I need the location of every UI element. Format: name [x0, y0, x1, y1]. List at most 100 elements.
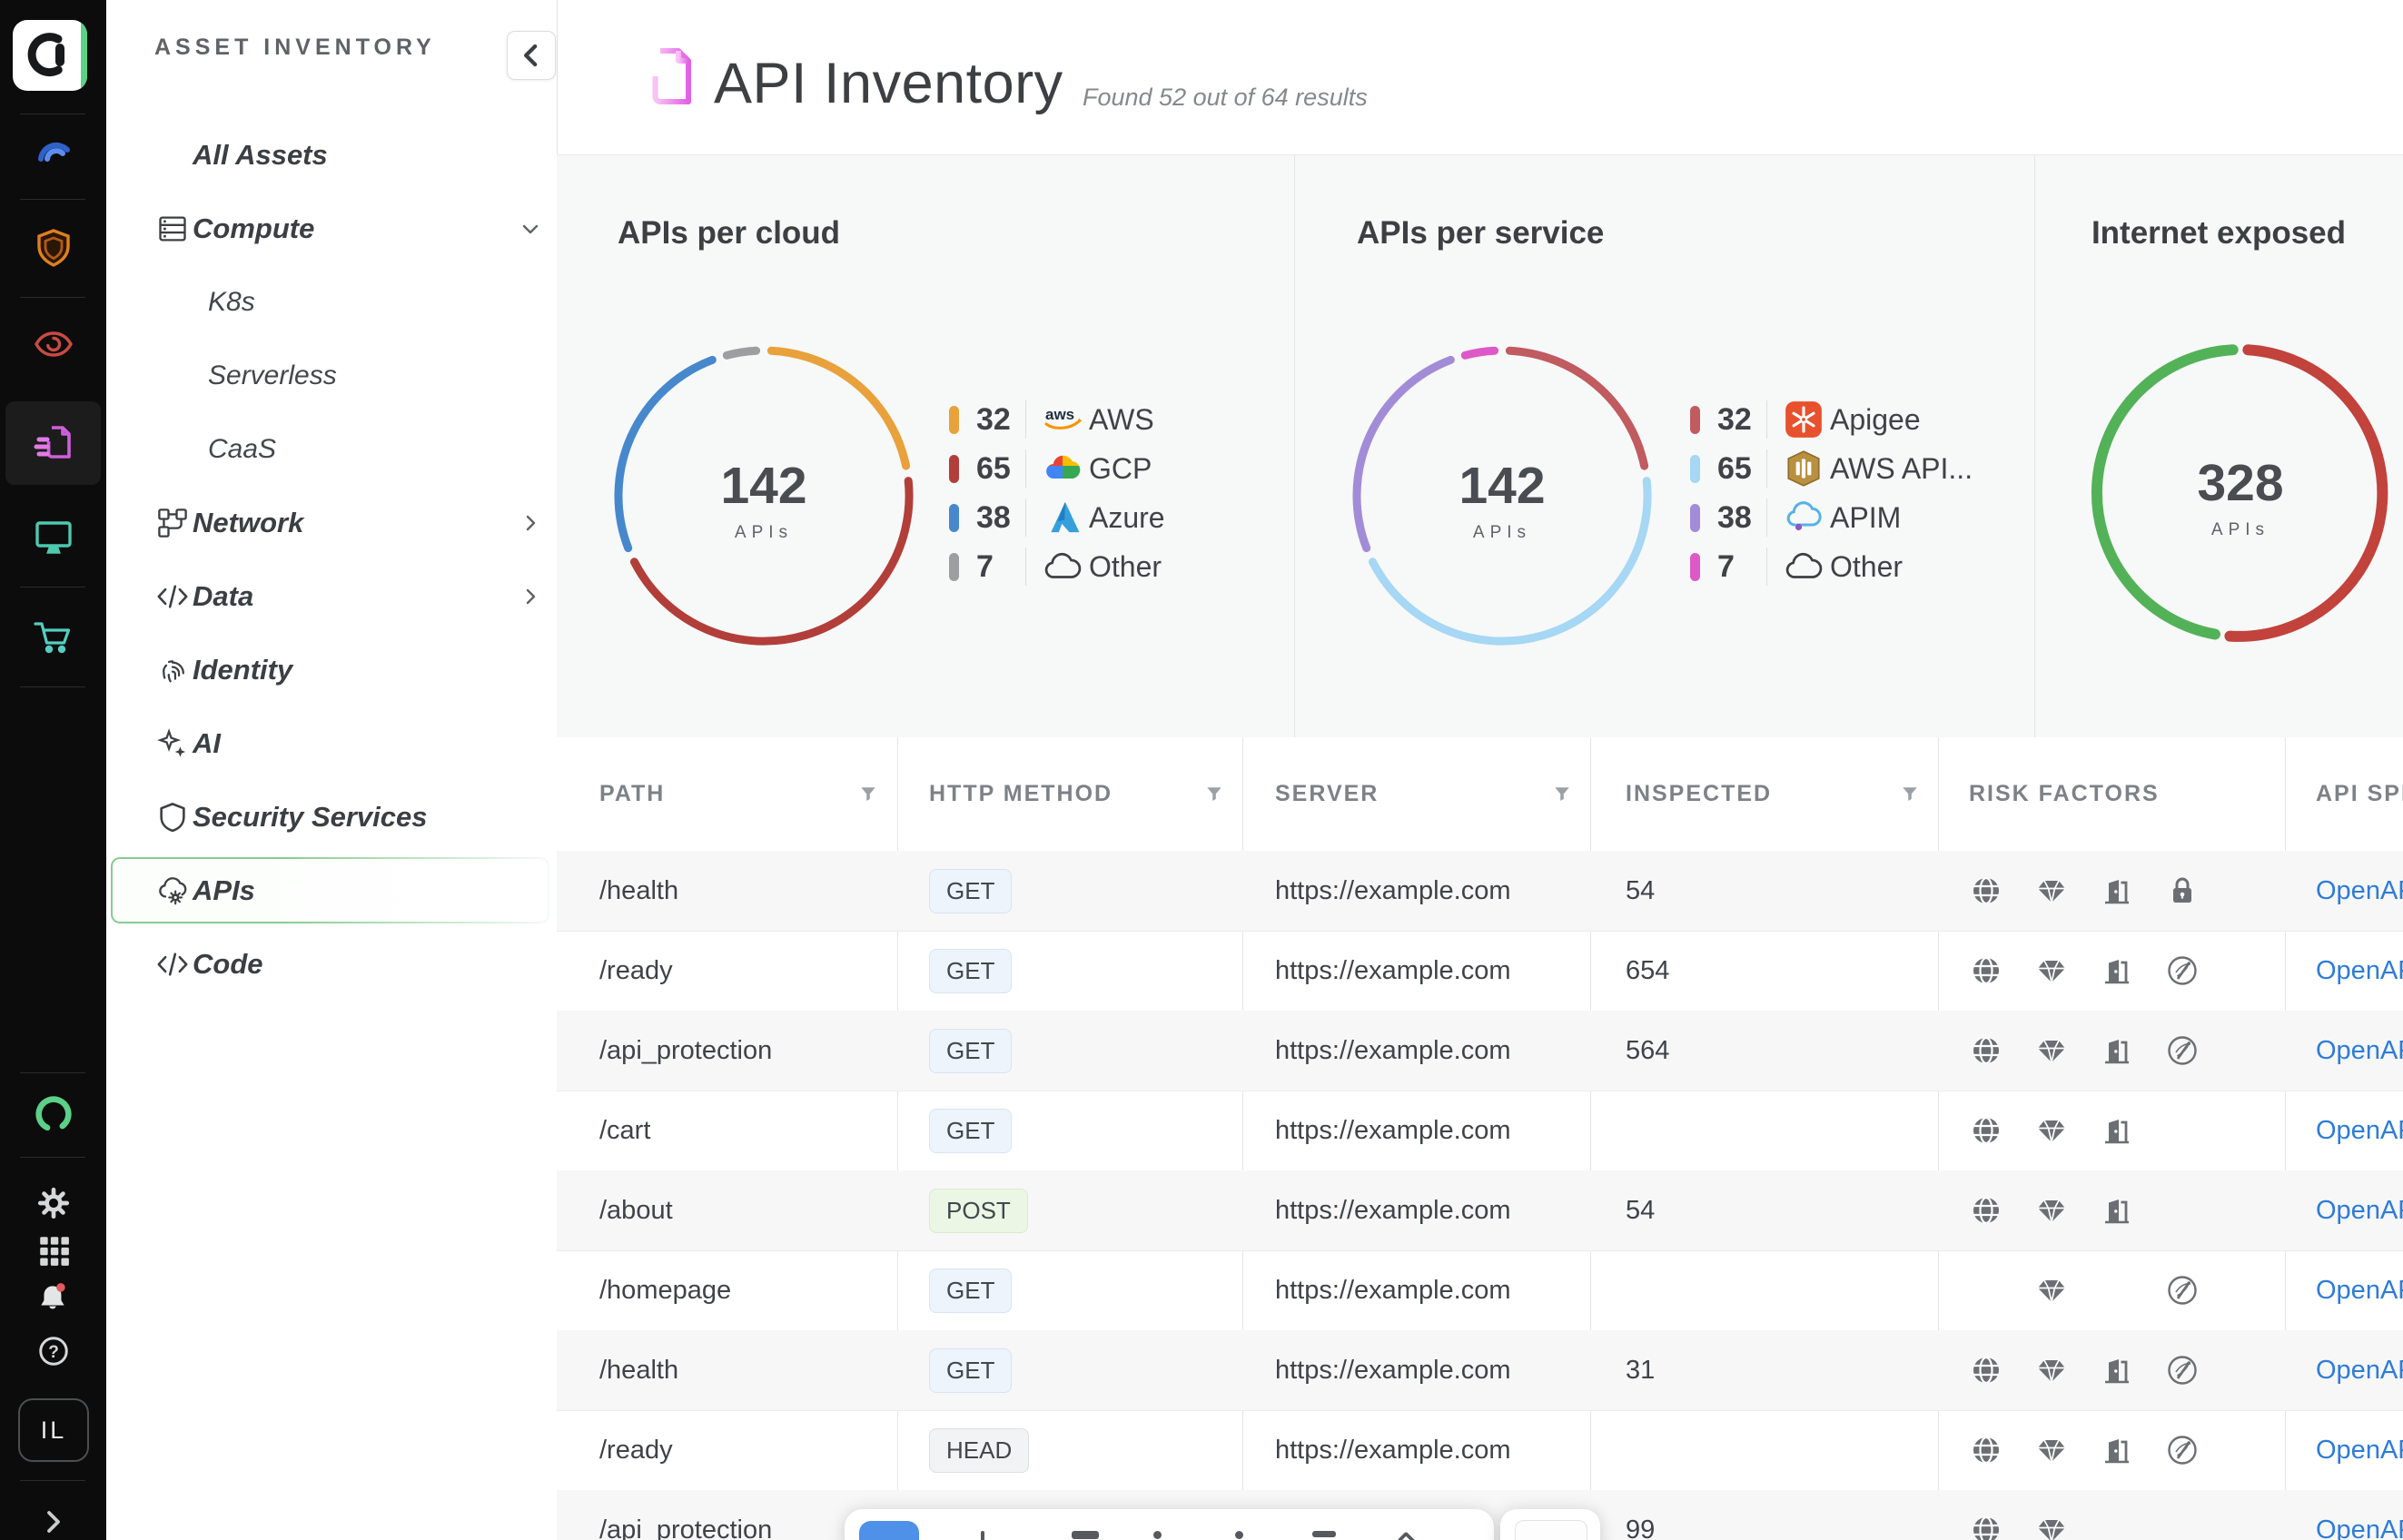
sidebar-item-ai[interactable]: AI	[106, 706, 557, 780]
gem-icon	[2035, 1514, 2068, 1540]
chevron-down-icon[interactable]	[519, 218, 541, 240]
rail-item-help--help-icon[interactable]: ?	[36, 1334, 71, 1368]
table-row[interactable]: /healthGEThttps://example.com31OpenAPI	[557, 1330, 2403, 1411]
cell-server: https://example.com	[1275, 851, 1511, 931]
sidebar-item-data[interactable]: Data	[106, 559, 557, 633]
left-rail: ? IL	[0, 0, 106, 1540]
table-row[interactable]: /readyGEThttps://example.com654OpenAPI	[557, 931, 2403, 1012]
sidebar-item-caas[interactable]: CaaS	[106, 412, 557, 486]
chevron-right-icon[interactable]	[519, 512, 541, 534]
sidebar-item-serverless[interactable]: Serverless	[106, 339, 557, 412]
shield-icon	[156, 801, 189, 834]
cell-api-spec: OpenAPI	[2316, 1490, 2403, 1540]
cell-http-method: GET	[929, 1091, 1012, 1170]
api-spec-link[interactable]: OpenAPI	[2316, 1356, 2403, 1386]
apim-logo-icon	[1783, 497, 1824, 538]
rail-item-account[interactable]: IL	[18, 1398, 89, 1462]
rail-item-status--circle-green-icon[interactable]	[32, 1092, 75, 1136]
sidebar-collapse-button[interactable]	[507, 31, 556, 80]
table-row[interactable]: /cartGEThttps://example.comOpenAPI	[557, 1091, 2403, 1171]
api-spec-link[interactable]: OpenAPI	[2316, 1276, 2403, 1306]
bottom-toolbar-icon-2[interactable]	[1072, 1531, 1099, 1539]
method-badge: GET	[929, 1269, 1012, 1313]
cell-path: /health	[599, 851, 678, 931]
sidebar-item-code[interactable]: Code	[106, 927, 557, 1001]
rail-divider	[20, 1480, 85, 1481]
bottom-toolbar-icon-3[interactable]	[1153, 1531, 1162, 1539]
rail-expand--chevron-right-icon[interactable]	[40, 1508, 67, 1535]
column-header-inspected: INSPECTED	[1626, 737, 1772, 851]
brand-logo[interactable]	[13, 20, 87, 91]
legend-item-apigee: 32Apigee	[1690, 395, 1999, 444]
table-row[interactable]: /aboutPOSThttps://example.com54OpenAPI	[557, 1170, 2403, 1251]
api-spec-link[interactable]: OpenAPI	[2316, 1116, 2403, 1146]
table-row[interactable]: /api_protectionGEThttps://example.com564…	[557, 1011, 2403, 1091]
filter-icon[interactable]	[858, 785, 878, 805]
rail-item-apps--grid-icon[interactable]	[36, 1233, 71, 1268]
donut-value: 142	[720, 456, 806, 516]
azure-logo-icon	[1042, 497, 1083, 538]
legend-item-aws-api-: 65AWS API...	[1690, 444, 1999, 493]
rail-item-api-inventory--doc-purple-icon[interactable]	[32, 421, 75, 465]
api-spec-link[interactable]: OpenAPI	[2316, 1196, 2403, 1226]
rail-item-notifications--bell-icon[interactable]	[36, 1280, 71, 1315]
api-inventory-icon	[632, 44, 696, 114]
api-table: PATHHTTP METHODSERVERINSPECTEDRISK FACTO…	[557, 737, 2403, 1540]
bottom-toolbar-secondary-button[interactable]	[1515, 1520, 1587, 1540]
fingerprint-icon	[156, 654, 189, 686]
table-row[interactable]: /homepageGEThttps://example.comOpenAPI	[557, 1250, 2403, 1331]
cloud-outline-icon	[1042, 546, 1083, 587]
sidebar-item-label: Serverless	[208, 360, 337, 391]
sidebar-item-k8s[interactable]: K8s	[106, 265, 557, 339]
donut-unit: APIs	[720, 523, 806, 543]
bottom-toolbar-icon-1[interactable]	[981, 1531, 984, 1540]
owasp-icon	[2166, 1034, 2199, 1067]
apigee-logo-icon	[1783, 399, 1824, 440]
network-icon	[156, 507, 189, 539]
sidebar-item-security-services[interactable]: Security Services	[106, 780, 557, 854]
rail-item-endpoints--monitor-teal-icon[interactable]	[32, 516, 75, 559]
cell-server: https://example.com	[1275, 1330, 1511, 1410]
bottom-toolbar-secondary	[1500, 1509, 1600, 1540]
api-spec-link[interactable]: OpenAPI	[2316, 1436, 2403, 1466]
chevron-right-icon[interactable]	[519, 586, 541, 607]
sidebar-item-label: Security Services	[193, 801, 428, 834]
filter-icon[interactable]	[1204, 785, 1224, 805]
legend-separator	[1766, 400, 1767, 439]
bottom-toolbar-primary-button[interactable]	[859, 1521, 919, 1540]
sidebar-item-network[interactable]: Network	[106, 486, 557, 559]
api-spec-link[interactable]: OpenAPI	[2316, 956, 2403, 986]
rail-item-protection--shield-orange-icon[interactable]	[32, 227, 75, 271]
table-row[interactable]: /healthGEThttps://example.com54OpenAPI	[557, 851, 2403, 932]
table-row[interactable]: /readyHEADhttps://example.comOpenAPI	[557, 1410, 2403, 1491]
filter-icon[interactable]	[1552, 785, 1572, 805]
gem-icon	[2035, 1434, 2068, 1466]
donut-center-internet-exposed: 328APIs	[2197, 453, 2283, 540]
rail-item-commerce--cart-teal-icon[interactable]	[32, 616, 75, 659]
filter-icon[interactable]	[1900, 785, 1920, 805]
api-spec-link[interactable]: OpenAPI	[2316, 1036, 2403, 1066]
owasp-icon	[2166, 1354, 2199, 1387]
rail-item-visibility--eye-red-icon[interactable]	[32, 322, 75, 366]
sidebar-item-all-assets[interactable]: All Assets	[106, 118, 557, 192]
rail-divider	[20, 1157, 85, 1158]
legend-value: 7	[976, 549, 994, 585]
rail-item-dashboard--arcs-icon[interactable]	[32, 127, 75, 171]
bottom-toolbar-icon-5[interactable]	[1312, 1531, 1336, 1537]
legend-value: 32	[1717, 402, 1752, 438]
sidebar-item-apis[interactable]: APIs	[106, 854, 557, 927]
rail-item-settings--gear-icon[interactable]	[36, 1186, 71, 1220]
api-spec-link[interactable]: OpenAPI	[2316, 876, 2403, 906]
bottom-toolbar-icon-6[interactable]	[1397, 1531, 1419, 1540]
sidebar-item-identity[interactable]: Identity	[106, 633, 557, 706]
gem-icon	[2035, 874, 2068, 907]
legend-color-pill	[949, 504, 959, 532]
api-spec-link[interactable]: OpenAPI	[2316, 1515, 2403, 1540]
compute-icon	[156, 212, 189, 245]
sidebar-item-compute[interactable]: Compute	[106, 192, 557, 265]
cell-api-spec: OpenAPI	[2316, 1250, 2403, 1330]
legend-label: AWS API...	[1830, 452, 1973, 486]
page-title: API Inventory	[714, 51, 1063, 116]
bottom-toolbar-icon-4[interactable]	[1235, 1531, 1243, 1539]
legend-separator	[1025, 449, 1026, 488]
